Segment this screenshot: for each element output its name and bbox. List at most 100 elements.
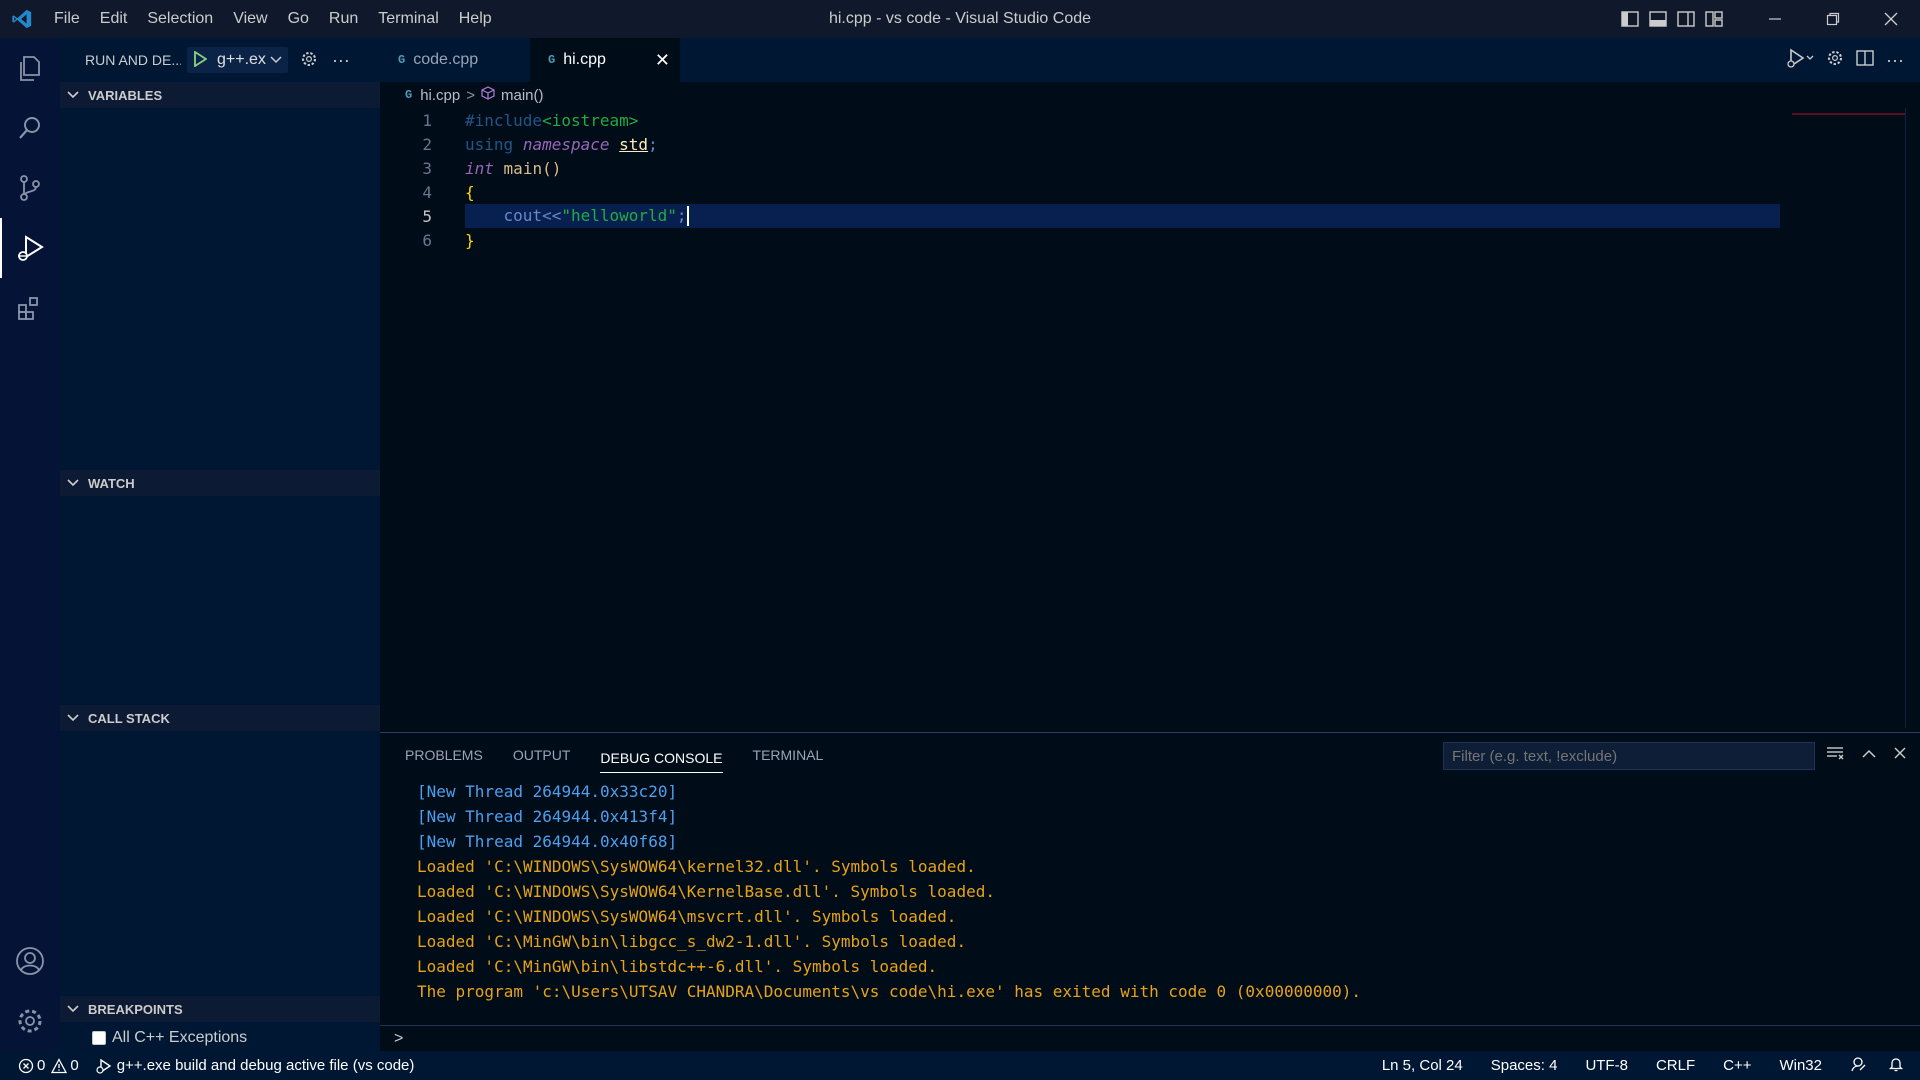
chevron-down-icon — [270, 52, 282, 68]
toggle-secondary-sidebar-icon[interactable] — [1672, 0, 1700, 38]
accounts-icon[interactable] — [0, 931, 60, 991]
title-bar-controls — [1616, 0, 1920, 38]
launch-label: g++.exe build and debug active file (vs … — [116, 1057, 415, 1074]
tab-debug-console[interactable]: DEBUG CONSOLE — [600, 743, 723, 773]
breakpoints-section-header[interactable]: BREAKPOINTS — [60, 996, 380, 1022]
explorer-icon[interactable] — [0, 38, 60, 98]
console-line: Loaded 'C:\WINDOWS\SysWOW64\kernel32.dll… — [417, 857, 976, 876]
console-input[interactable]: > — [380, 1025, 1920, 1051]
restore-icon[interactable] — [1804, 0, 1862, 38]
console-prompt: > — [394, 1029, 404, 1047]
extensions-icon[interactable] — [0, 278, 60, 338]
debug-console-output: [New Thread 264944.0x33c20] [New Thread … — [417, 779, 1361, 1004]
close-panel-icon[interactable] — [1894, 746, 1906, 764]
filter-input[interactable] — [1443, 742, 1815, 770]
menu-bar: File Edit Selection View Go Run Terminal… — [44, 0, 502, 38]
clear-console-icon[interactable] — [1826, 745, 1844, 766]
tab-problems[interactable]: PROBLEMS — [405, 733, 483, 777]
customize-layout-icon[interactable] — [1700, 0, 1728, 38]
variables-section-header[interactable]: VARIABLES — [60, 82, 380, 108]
menu-help[interactable]: Help — [449, 0, 502, 38]
launch-config-dropdown[interactable]: g++.ex — [187, 47, 288, 73]
split-editor-icon[interactable] — [1856, 49, 1874, 71]
menu-terminal[interactable]: Terminal — [368, 0, 448, 38]
debug-settings-gear-icon[interactable] — [300, 50, 318, 71]
close-window-icon[interactable] — [1862, 0, 1920, 38]
watch-section-header[interactable]: WATCH — [60, 470, 380, 496]
tab-terminal[interactable]: TERMINAL — [753, 733, 824, 777]
breakpoint-label: All C++ Exceptions — [112, 1029, 248, 1046]
tab-output[interactable]: OUTPUT — [513, 733, 571, 777]
breakpoints-title: BREAKPOINTS — [88, 1001, 183, 1017]
maximize-panel-icon[interactable] — [1862, 746, 1876, 764]
code-text: } — [465, 230, 475, 250]
code-line: 3 int main() — [380, 156, 1905, 180]
launch-config-label: g++.ex — [217, 51, 266, 68]
code-editor[interactable]: 1 #include<iostream> 2 using namespace s… — [380, 108, 1905, 252]
menu-run[interactable]: Run — [319, 0, 368, 38]
cursor-position[interactable]: Ln 5, Col 24 — [1382, 1057, 1463, 1074]
call-stack-section-header[interactable]: CALL STACK — [60, 705, 380, 731]
problems-status[interactable]: 0 0 — [18, 1057, 79, 1074]
tab-hi-cpp[interactable]: G hi.cpp ✕ — [530, 38, 680, 82]
line-number: 1 — [422, 110, 432, 130]
start-debugging-icon[interactable] — [193, 49, 208, 70]
breadcrumb-symbol[interactable]: main() — [501, 87, 544, 104]
watch-title: WATCH — [88, 475, 135, 491]
console-line: [New Thread 264944.0x413f4] — [417, 807, 678, 826]
menu-file[interactable]: File — [44, 0, 90, 38]
method-cube-icon — [481, 86, 495, 104]
code-line-current: 5 cout<<"helloworld"; — [380, 204, 1905, 228]
encoding[interactable]: UTF-8 — [1585, 1057, 1628, 1074]
title-bar: File Edit Selection View Go Run Terminal… — [0, 0, 1920, 38]
panel-actions — [1808, 733, 1906, 777]
notifications-bell-icon[interactable] — [1888, 1056, 1904, 1076]
tab-label: hi.cpp — [563, 51, 606, 68]
breadcrumb-file[interactable]: hi.cpp — [420, 87, 460, 104]
cpp-file-icon: G — [548, 53, 556, 67]
menu-edit[interactable]: Edit — [90, 0, 138, 38]
more-actions-icon[interactable]: ··· — [1886, 50, 1904, 71]
end-of-line[interactable]: CRLF — [1656, 1057, 1695, 1074]
close-tab-icon[interactable]: ✕ — [655, 50, 670, 71]
toggle-primary-sidebar-icon[interactable] — [1616, 0, 1644, 38]
chevron-down-icon — [66, 1002, 82, 1017]
editor-tabs: G code.cpp G hi.cpp ✕ ··· — [380, 38, 1920, 82]
editor-gear-icon[interactable] — [1826, 49, 1844, 72]
minimize-icon[interactable] — [1746, 0, 1804, 38]
panel-tabs: PROBLEMS OUTPUT DEBUG CONSOLE TERMINAL — [405, 733, 853, 777]
text-cursor — [686, 206, 689, 227]
code-text: { — [465, 182, 475, 202]
menu-go[interactable]: Go — [278, 0, 319, 38]
menu-view[interactable]: View — [223, 0, 277, 38]
menu-selection[interactable]: Selection — [137, 0, 223, 38]
sidebar-title: RUN AND DE... — [85, 52, 181, 68]
code-text: cout<<"helloworld"; — [503, 205, 689, 227]
tab-code-cpp[interactable]: G code.cpp — [380, 38, 530, 82]
all-cpp-exceptions-checkbox[interactable] — [92, 1031, 106, 1045]
more-actions-icon[interactable]: ··· — [332, 50, 350, 71]
toggle-panel-icon[interactable] — [1644, 0, 1672, 38]
warning-count: 0 — [70, 1057, 79, 1074]
bottom-panel: PROBLEMS OUTPUT DEBUG CONSOLE TERMINAL [… — [380, 732, 1920, 1051]
launch-status[interactable]: g++.exe build and debug active file (vs … — [95, 1057, 415, 1074]
tab-label: code.cpp — [413, 51, 479, 68]
call-stack-title: CALL STACK — [88, 710, 170, 726]
chevron-right-icon: > — [466, 86, 475, 104]
chevron-down-icon — [66, 711, 82, 726]
feedback-icon[interactable] — [1850, 1056, 1866, 1076]
code-text: int main() — [465, 158, 562, 178]
search-icon[interactable] — [0, 98, 60, 158]
run-and-debug-icon[interactable] — [0, 218, 60, 278]
language-mode[interactable]: C++ — [1723, 1057, 1751, 1074]
platform[interactable]: Win32 — [1779, 1057, 1822, 1074]
run-and-debug-sidebar: RUN AND DE... g++.ex ··· VARIABLES WATCH… — [60, 38, 380, 1051]
editor-scrollbar[interactable] — [1905, 108, 1919, 728]
manage-gear-icon[interactable] — [0, 991, 60, 1051]
run-debug-file-icon[interactable] — [1786, 48, 1814, 73]
minimap[interactable] — [1792, 113, 1905, 115]
code-text: using namespace std; — [465, 134, 658, 154]
console-line: Loaded 'C:\MinGW\bin\libstdc++-6.dll'. S… — [417, 957, 938, 976]
source-control-icon[interactable] — [0, 158, 60, 218]
indentation[interactable]: Spaces: 4 — [1491, 1057, 1558, 1074]
